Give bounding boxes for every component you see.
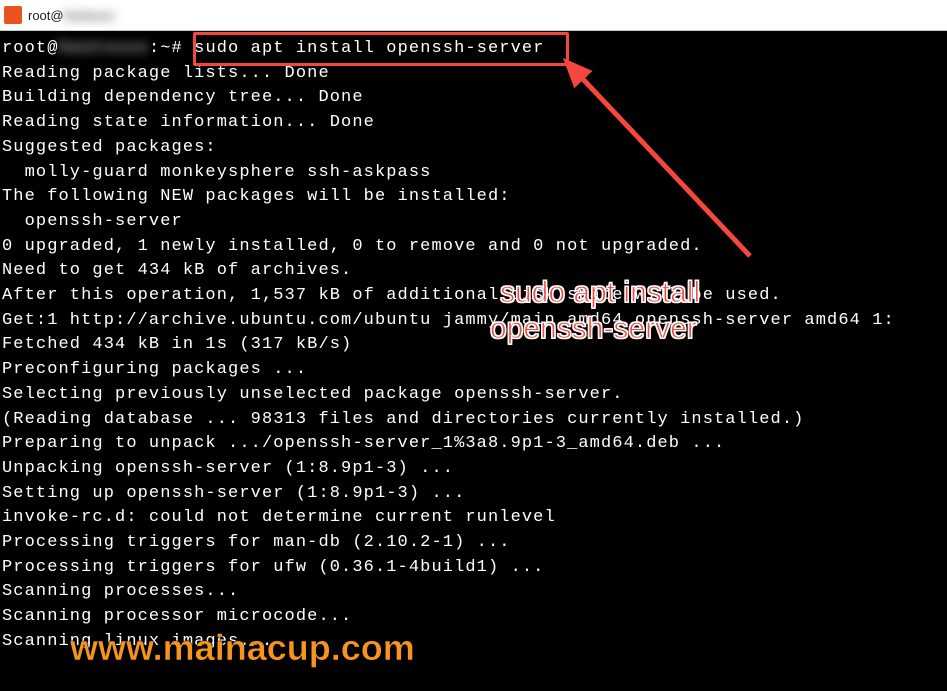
output-line: Processing triggers for ufw (0.36.1-4bui…	[2, 558, 544, 577]
output-line: Suggested packages:	[2, 138, 217, 157]
prompt-suffix: :~#	[149, 39, 183, 58]
output-line: Unpacking openssh-server (1:8.9p1-3) ...	[2, 459, 454, 478]
ubuntu-icon	[4, 6, 22, 24]
output-line: molly-guard monkeysphere ssh-askpass	[2, 163, 431, 182]
output-line: Reading state information... Done	[2, 113, 375, 132]
output-line: Get:1 http://archive.ubuntu.com/ubuntu j…	[2, 311, 895, 330]
output-line: openssh-server	[2, 212, 183, 231]
window-title: root@	[28, 8, 64, 23]
prompt-user: root@	[2, 39, 59, 58]
window-titlebar: root@ hostxxxx	[0, 0, 947, 31]
output-line: Fetched 434 kB in 1s (317 kB/s)	[2, 335, 352, 354]
command-text: sudo apt install openssh-server	[194, 39, 544, 58]
terminal-output[interactable]: root@hostxxxx:~# sudo apt install openss…	[0, 31, 947, 691]
output-line: Reading package lists... Done	[2, 64, 330, 83]
output-line: Scanning processor microcode...	[2, 607, 352, 626]
output-line: Building dependency tree... Done	[2, 88, 364, 107]
output-line: The following NEW packages will be insta…	[2, 187, 511, 206]
output-line: Need to get 434 kB of archives.	[2, 261, 352, 280]
output-line: Preconfiguring packages ...	[2, 360, 307, 379]
output-line: (Reading database ... 98313 files and di…	[2, 410, 804, 429]
output-line: 0 upgraded, 1 newly installed, 0 to remo…	[2, 237, 703, 256]
output-line: invoke-rc.d: could not determine current…	[2, 508, 556, 527]
output-line: Scanning processes...	[2, 582, 239, 601]
output-line: Setting up openssh-server (1:8.9p1-3) ..…	[2, 484, 465, 503]
output-line: Selecting previously unselected package …	[2, 385, 624, 404]
prompt-host-blurred: hostxxxx	[59, 37, 149, 62]
output-line: After this operation, 1,537 kB of additi…	[2, 286, 782, 305]
output-line: Scanning linux images...	[2, 632, 273, 651]
output-line: Preparing to unpack .../openssh-server_1…	[2, 434, 725, 453]
output-line: Processing triggers for man-db (2.10.2-1…	[2, 533, 511, 552]
window-title-host-blurred: hostxxxx	[64, 8, 115, 23]
